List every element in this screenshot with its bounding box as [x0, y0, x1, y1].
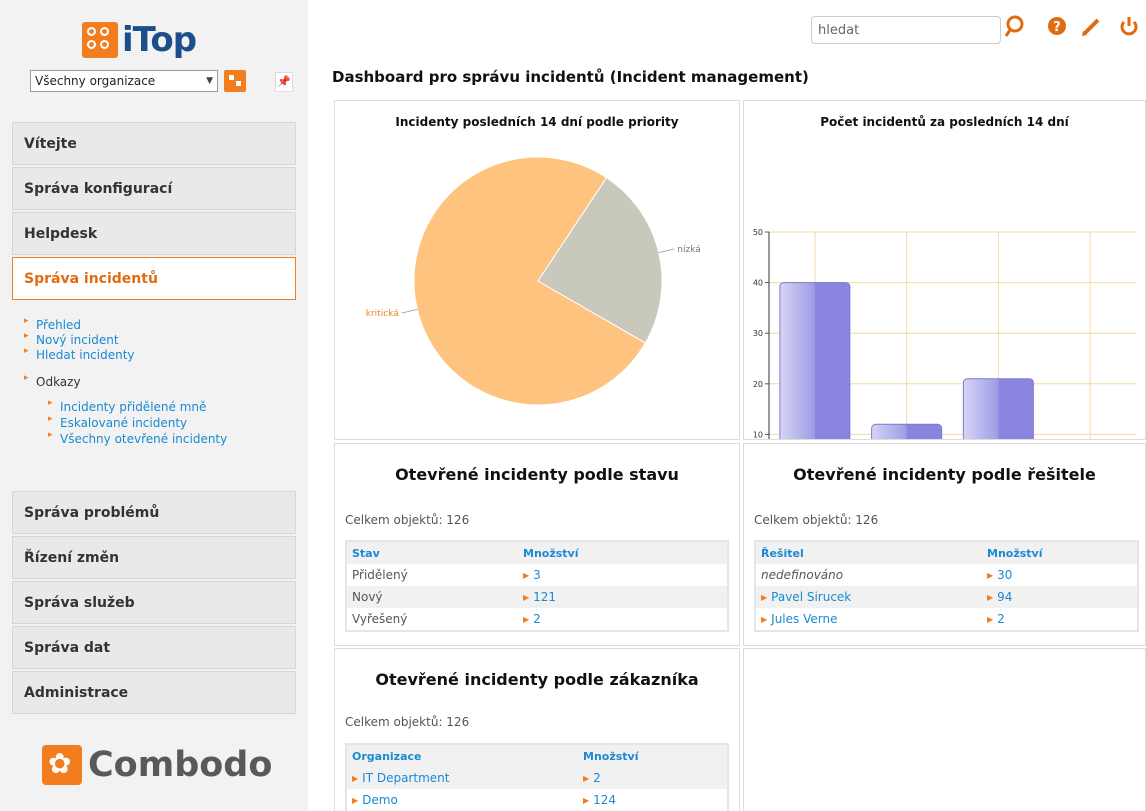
sidebar: iTop Všechny organizace ▼ 📌 Vítejte Sprá… [0, 0, 308, 811]
dashlet-title: Otevřené incidenty podle stavu [395, 465, 679, 484]
submenu-item-novy-incident[interactable]: Nový incident [24, 331, 118, 347]
chevron-down-icon: ▼ [206, 76, 213, 86]
menu-group-helpdesk[interactable]: Helpdesk [12, 212, 296, 255]
count-link[interactable]: ▶ 121 [519, 590, 556, 604]
column-header-stav[interactable]: Stav [347, 547, 519, 560]
customer-link[interactable]: ▶ Demo [347, 793, 579, 807]
combodo-logo-icon [42, 745, 82, 785]
submenu-item-incidenty-pridelene[interactable]: Incidenty přidělené mně [48, 398, 206, 414]
dashlet-empty [743, 648, 1146, 811]
count-link[interactable]: ▶ 30 [983, 568, 1012, 582]
menu-group-administrace[interactable]: Administrace [12, 671, 296, 714]
menu-group-sprava-incidentu[interactable]: Správa incidentů [12, 257, 296, 300]
search-input[interactable]: hledat [811, 16, 1001, 44]
y-tick-label: 50 [753, 228, 763, 237]
bar[interactable] [962, 378, 1034, 439]
menu-group-sprava-problemu[interactable]: Správa problémů [12, 491, 296, 534]
column-header-mnozstvi[interactable]: Množství [579, 750, 638, 763]
count-link[interactable]: ▶ 94 [983, 590, 1012, 604]
column-header-mnozstvi[interactable]: Množství [519, 547, 578, 560]
dashlet-bar-count: Počet incidentů za posledních 14 dní 010… [743, 100, 1146, 440]
pie-chart: kritická nízká [366, 156, 701, 406]
customer-table: Organizace Množství ▶ IT Department ▶ 2 ▶ D… [345, 743, 729, 811]
status-table: Stav Množství Přidělený ▶ 3 Nový ▶ 121 Vyř… [345, 540, 729, 632]
count-link[interactable]: ▶ 2 [579, 771, 601, 785]
agent-link[interactable]: ▶ Jules Verne [756, 612, 983, 626]
itop-logo[interactable]: iTop [82, 20, 197, 60]
table-cell: nedefinováno [761, 568, 844, 582]
table-cell: Přidělený [352, 568, 408, 582]
dashlet-title: Otevřené incidenty podle zákazníka [375, 670, 699, 689]
power-icon[interactable] [1118, 14, 1140, 40]
column-header-organizace[interactable]: Organizace [347, 750, 579, 763]
y-tick-label: 10 [753, 430, 763, 439]
count-link[interactable]: ▶ 3 [519, 568, 541, 582]
page-title: Dashboard pro správu incidentů (Incident… [332, 68, 809, 86]
menu-group-sprava-dat[interactable]: Správa dat [12, 626, 296, 669]
count-link[interactable]: ▶ 2 [519, 612, 541, 626]
submenu-item-eskalovane[interactable]: Eskalované incidenty [48, 414, 187, 430]
menu-group-sprava-konfiguraci[interactable]: Správa konfigurací [12, 167, 296, 210]
dashlet-pie-priority: Incidenty posledních 14 dní podle priori… [334, 100, 740, 440]
agent-link[interactable]: ▶ Pavel Sirucek [756, 590, 983, 604]
agent-table: Řešitel Množství nedefinováno ▶ 30 ▶ Pavel… [754, 540, 1139, 632]
y-tick-label: 40 [753, 279, 763, 288]
pie-label-nizka: nízká [677, 245, 701, 255]
organization-select[interactable]: Všechny organizace ▼ [30, 70, 218, 92]
edit-icon[interactable] [1080, 14, 1102, 40]
itop-logo-text: iTop [122, 20, 197, 60]
menu-group-rizeni-zmen[interactable]: Řízení změn [12, 536, 296, 579]
combodo-logo: Combodo [42, 745, 272, 785]
table-cell: Vyřešený [352, 612, 408, 626]
submenu-item-hledat-incidenty[interactable]: Hledat incidenty [24, 346, 134, 362]
submenu-incidents: Přehled Nový incident Hledat incidenty O… [12, 300, 296, 490]
bar[interactable] [871, 423, 943, 439]
pie-label-kriticka: kritická [366, 309, 399, 319]
total-count: Celkem objektů: 126 [345, 715, 470, 729]
organization-select-value: Všechny organizace [35, 74, 156, 88]
pie-label-leader [658, 248, 675, 254]
customer-link[interactable]: ▶ IT Department [347, 771, 579, 785]
dashlet-by-status: Otevřené incidenty podle stavu Celkem ob… [334, 443, 740, 646]
total-count: Celkem objektů: 126 [345, 513, 470, 527]
count-link[interactable]: ▶ 124 [579, 793, 616, 807]
help-icon[interactable]: ? [1046, 14, 1068, 40]
y-tick-label: 30 [753, 329, 763, 338]
column-header-mnozstvi[interactable]: Množství [983, 547, 1042, 560]
combodo-logo-text: Combodo [88, 745, 273, 785]
column-header-resitel[interactable]: Řešitel [756, 547, 983, 560]
bar-chart: 01020304050Duben 17Duben 24Duben 28Duben… [753, 228, 1136, 439]
organization-tree-button[interactable] [224, 70, 246, 92]
search-icon[interactable] [1004, 14, 1027, 40]
submenu-item-otevrene[interactable]: Všechny otevřené incidenty [48, 430, 227, 446]
submenu-item-prehled[interactable]: Přehled [24, 316, 81, 332]
svg-text:?: ? [1053, 20, 1061, 35]
chart-title: Incidenty posledních 14 dní podle priori… [395, 115, 679, 129]
dashlet-title: Otevřené incidenty podle řešitele [793, 465, 1096, 484]
pie-label-leader [401, 308, 418, 314]
dashlet-by-customer: Otevřené incidenty podle zákazníka Celke… [334, 648, 740, 811]
menu-group-vitejte[interactable]: Vítejte [12, 122, 296, 165]
count-link[interactable]: ▶ 2 [983, 612, 1005, 626]
table-cell: Nový [352, 590, 383, 604]
itop-logo-icon [82, 22, 118, 58]
total-count: Celkem objektů: 126 [754, 513, 879, 527]
pin-icon[interactable]: 📌 [275, 72, 293, 92]
y-tick-label: 20 [753, 380, 763, 389]
submenu-heading-odkazy: Odkazy [24, 373, 80, 389]
menu-group-sprava-sluzeb[interactable]: Správa služeb [12, 581, 296, 624]
bar[interactable] [779, 282, 851, 439]
dashlet-by-agent: Otevřené incidenty podle řešitele Celkem… [743, 443, 1146, 646]
